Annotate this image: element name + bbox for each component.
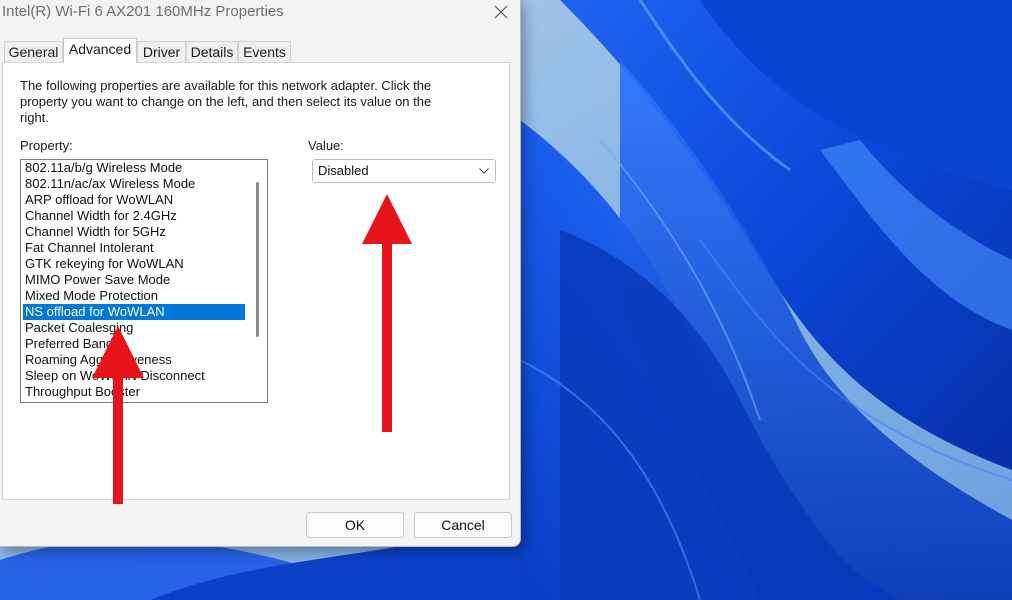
properties-dialog: Intel(R) Wi-Fi 6 AX201 160MHz Properties… — [0, 0, 521, 547]
list-item[interactable]: ARP offload for WoWLAN — [23, 192, 245, 208]
list-item[interactable]: Packet Coalesging — [23, 320, 245, 336]
title-bar[interactable]: Intel(R) Wi-Fi 6 AX201 160MHz Properties — [0, 0, 520, 26]
list-item[interactable]: Mixed Mode Protection — [23, 288, 245, 304]
tab-strip: General Advanced Driver Details Events — [0, 38, 520, 63]
tab-details[interactable]: Details — [186, 41, 238, 62]
cancel-button[interactable]: Cancel — [414, 512, 512, 538]
list-item[interactable]: 802.11a/b/g Wireless Mode — [23, 160, 245, 176]
panel-description: The following properties are available f… — [20, 78, 432, 125]
ok-button[interactable]: OK — [306, 512, 404, 538]
list-item[interactable]: Preferred Band — [23, 336, 245, 352]
value-dropdown-selected: Disabled — [318, 163, 369, 178]
list-item[interactable]: Roaming Aggressiveness — [23, 352, 245, 368]
listbox-scrollbar[interactable] — [247, 160, 267, 402]
list-item[interactable]: Sleep on WoWLAN Disconnect — [23, 368, 245, 384]
list-item-selected[interactable]: NS offload for WoWLAN — [23, 304, 245, 320]
property-listbox[interactable]: 802.11a/b/g Wireless Mode 802.11n/ac/ax … — [20, 159, 268, 403]
value-dropdown[interactable]: Disabled — [312, 159, 496, 183]
tab-events[interactable]: Events — [238, 41, 291, 62]
list-item[interactable]: 802.11n/ac/ax Wireless Mode — [23, 176, 245, 192]
window-title: Intel(R) Wi-Fi 6 AX201 160MHz Properties — [2, 3, 284, 20]
list-item[interactable]: Channel Width for 5GHz — [23, 224, 245, 240]
advanced-panel: The following properties are available f… — [2, 62, 510, 500]
list-item[interactable]: GTK rekeying for WoWLAN — [23, 256, 245, 272]
close-button[interactable] — [486, 0, 516, 24]
list-item[interactable]: MIMO Power Save Mode — [23, 272, 245, 288]
list-item[interactable]: Channel Width for 2.4GHz — [23, 208, 245, 224]
tab-advanced[interactable]: Advanced — [63, 38, 137, 63]
close-icon — [494, 5, 508, 19]
list-item[interactable]: Fat Channel Intolerant — [23, 240, 245, 256]
list-item[interactable]: Throughput Booster — [23, 384, 245, 400]
tab-general[interactable]: General — [4, 41, 63, 62]
scrollbar-thumb[interactable] — [256, 182, 259, 337]
value-label: Value: — [308, 138, 344, 153]
chevron-down-icon — [479, 168, 489, 174]
property-label: Property: — [20, 138, 73, 153]
tab-driver[interactable]: Driver — [137, 41, 186, 62]
